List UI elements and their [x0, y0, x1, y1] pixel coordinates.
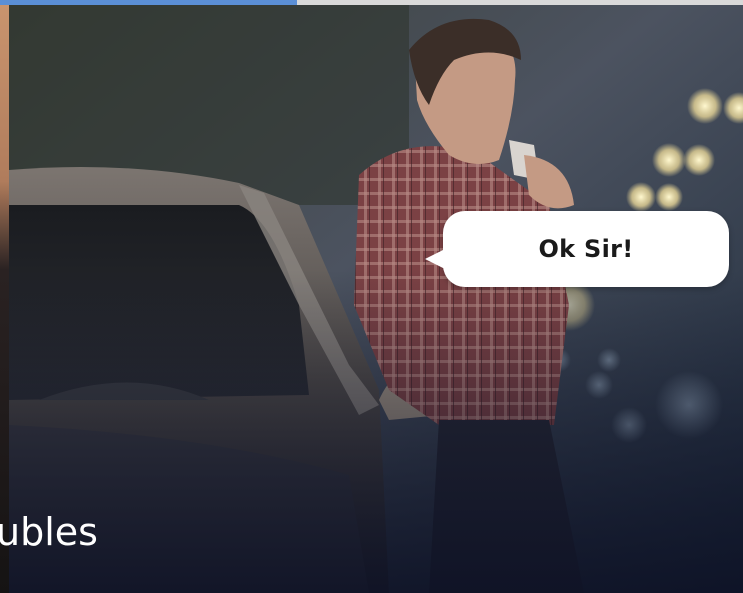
slider-progress-bar: [0, 0, 743, 5]
speech-bubble-text: Ok Sir!: [538, 235, 634, 263]
slide-photo: [9, 5, 743, 593]
slide-caption: ubles: [0, 510, 98, 554]
slider-progress-fill: [0, 0, 298, 5]
photo-illustration: [9, 5, 743, 593]
previous-slide-edge[interactable]: [0, 5, 9, 593]
hero-slider: Ok Sir! ubles: [0, 0, 743, 593]
speech-bubble: Ok Sir!: [425, 211, 729, 287]
